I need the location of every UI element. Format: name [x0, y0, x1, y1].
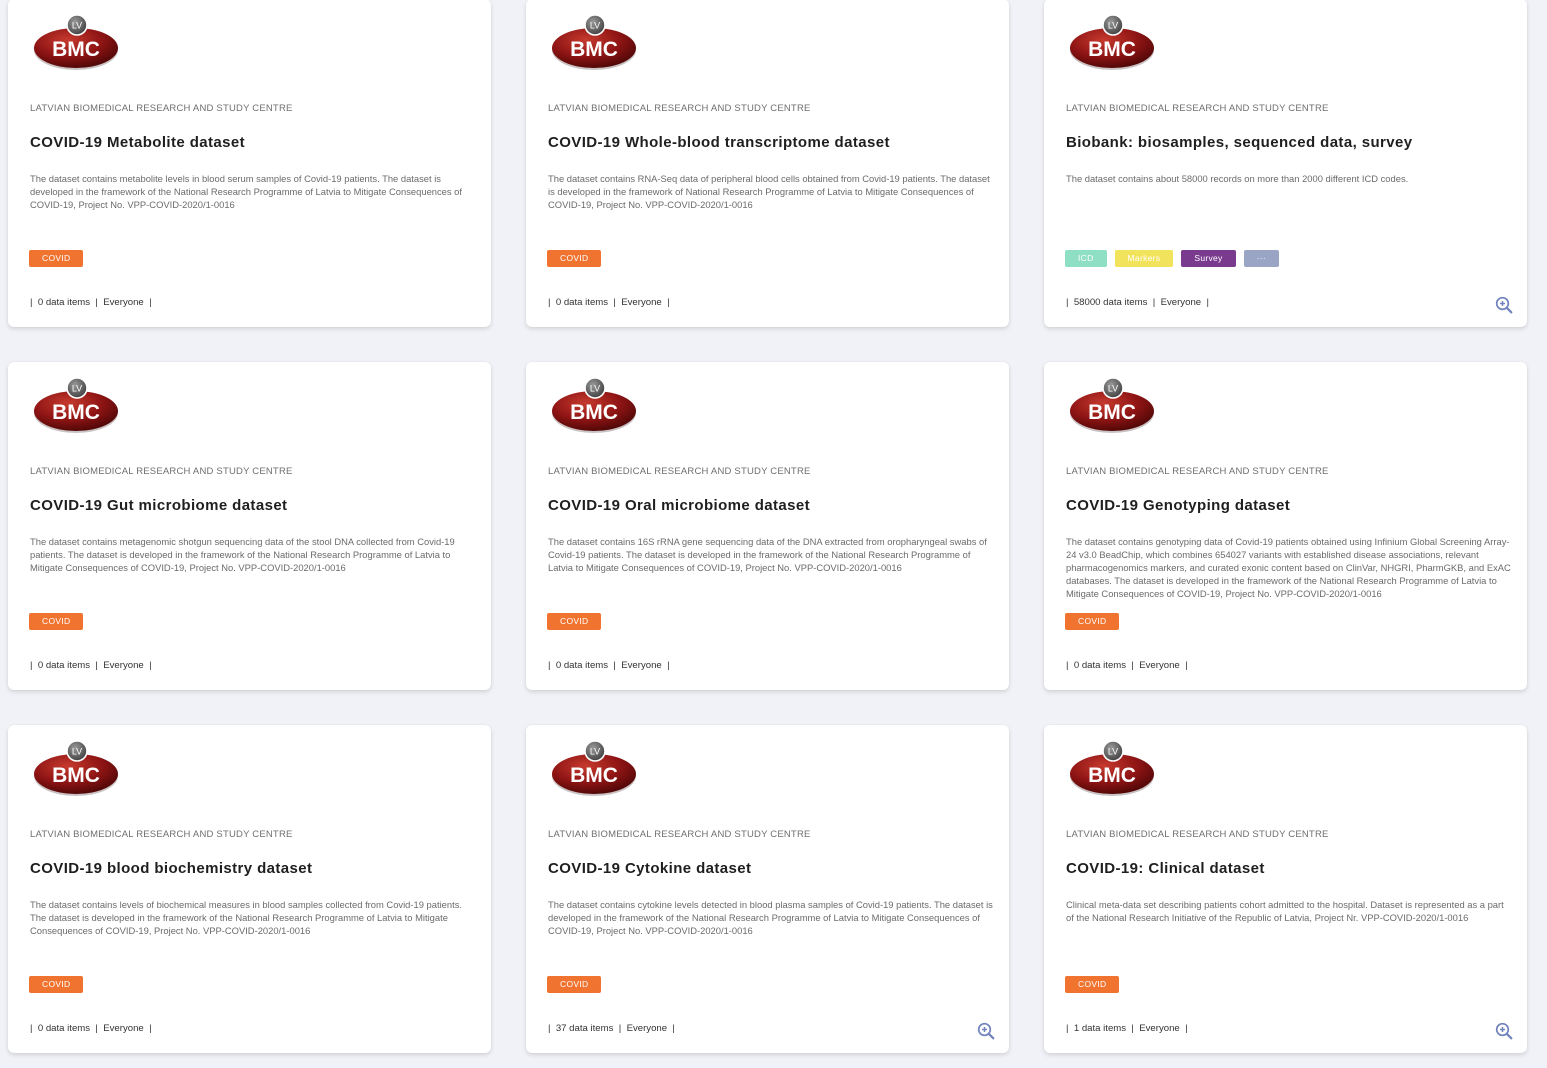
dataset-title[interactable]: COVID-19 Genotyping dataset: [1066, 497, 1509, 514]
dataset-description: The dataset contains 16S rRNA gene seque…: [548, 536, 987, 573]
dataset-meta: | 0 data items | Everyone |: [30, 297, 152, 308]
bmc-logo: LV BMC: [552, 14, 636, 70]
dataset-title[interactable]: COVID-19 Oral microbiome dataset: [548, 497, 991, 514]
tag-list: COVID: [29, 613, 84, 630]
dataset-card[interactable]: LV BMC LATVIAN BIOMEDICAL RESEARCH AND STU…: [526, 0, 1009, 327]
tag-covid[interactable]: COVID: [547, 250, 602, 267]
dataset-card[interactable]: LV BMC LATVIAN BIOMEDICAL RESEARCH AND STU…: [526, 362, 1009, 690]
logo-badge-text: LV: [1108, 21, 1118, 31]
organization-name: LATVIAN BIOMEDICAL RESEARCH AND STUDY CE…: [548, 103, 811, 114]
zoom-in-icon[interactable]: [1495, 296, 1513, 314]
tag-covid[interactable]: COVID: [547, 976, 602, 993]
dataset-description: Clinical meta-data set describing patien…: [1066, 899, 1504, 923]
dataset-meta: | 0 data items | Everyone |: [548, 660, 670, 671]
dataset-meta: | 0 data items | Everyone |: [30, 660, 152, 671]
logo-badge-text: LV: [590, 384, 600, 394]
logo-text: BMC: [570, 401, 618, 424]
logo-text: BMC: [570, 764, 618, 787]
dataset-card[interactable]: LV BMC LATVIAN BIOMEDICAL RESEARCH AND STU…: [1044, 0, 1527, 327]
dataset-card[interactable]: LV BMC LATVIAN BIOMEDICAL RESEARCH AND STU…: [1044, 725, 1527, 1053]
dataset-title[interactable]: COVID-19 Metabolite dataset: [30, 134, 473, 151]
logo-badge-text: LV: [1108, 747, 1118, 757]
dataset-title[interactable]: COVID-19 Cytokine dataset: [548, 860, 991, 877]
dataset-meta: | 58000 data items | Everyone |: [1066, 297, 1209, 308]
dataset-meta: | 0 data items | Everyone |: [1066, 660, 1188, 671]
dataset-description: The dataset contains metagenomic shotgun…: [30, 536, 455, 573]
tag-survey[interactable]: Survey: [1181, 250, 1236, 267]
bmc-logo: LV BMC: [552, 377, 636, 433]
dataset-description: The dataset contains levels of biochemic…: [30, 899, 462, 936]
tag-list: COVID: [547, 613, 602, 630]
dataset-description: The dataset contains about 58000 records…: [1066, 173, 1409, 184]
organization-name: LATVIAN BIOMEDICAL RESEARCH AND STUDY CE…: [30, 103, 293, 114]
tag-list: COVID: [547, 976, 602, 993]
tag-covid[interactable]: COVID: [1065, 976, 1120, 993]
tag-list: COVID: [1065, 976, 1120, 993]
bmc-logo: LV BMC: [34, 377, 118, 433]
dataset-grid: LV BMC LATVIAN BIOMEDICAL RESEARCH AND STU…: [0, 0, 1547, 1068]
tag-markers[interactable]: Markers: [1114, 250, 1174, 267]
tag-covid[interactable]: COVID: [547, 613, 602, 630]
organization-name: LATVIAN BIOMEDICAL RESEARCH AND STUDY CE…: [30, 466, 293, 477]
organization-name: LATVIAN BIOMEDICAL RESEARCH AND STUDY CE…: [1066, 829, 1329, 840]
dataset-card[interactable]: LV BMC LATVIAN BIOMEDICAL RESEARCH AND STU…: [8, 0, 491, 327]
dataset-meta: | 0 data items | Everyone |: [548, 297, 670, 308]
dataset-card[interactable]: LV BMC LATVIAN BIOMEDICAL RESEARCH AND STU…: [1044, 362, 1527, 690]
tag-list: COVID: [29, 976, 84, 993]
tag-covid[interactable]: COVID: [29, 613, 84, 630]
logo-text: BMC: [570, 38, 618, 61]
organization-name: LATVIAN BIOMEDICAL RESEARCH AND STUDY CE…: [1066, 466, 1329, 477]
bmc-logo: LV BMC: [552, 740, 636, 796]
bmc-logo: LV BMC: [1070, 740, 1154, 796]
tag-more[interactable]: ···: [1243, 250, 1280, 267]
tag-covid[interactable]: COVID: [1065, 613, 1120, 630]
logo-badge-text: LV: [1108, 384, 1118, 394]
logo-badge-text: LV: [72, 384, 82, 394]
logo-badge-text: LV: [590, 21, 600, 31]
logo-text: BMC: [52, 764, 100, 787]
dataset-card[interactable]: LV BMC LATVIAN BIOMEDICAL RESEARCH AND STU…: [526, 725, 1009, 1053]
logo-badge-text: LV: [590, 747, 600, 757]
logo-text: BMC: [1088, 401, 1136, 424]
tag-covid[interactable]: COVID: [29, 976, 84, 993]
dataset-description: The dataset contains cytokine levels det…: [548, 899, 993, 936]
bmc-logo: LV BMC: [34, 740, 118, 796]
tag-list: COVID: [29, 250, 84, 267]
organization-name: LATVIAN BIOMEDICAL RESEARCH AND STUDY CE…: [548, 466, 811, 477]
dataset-title[interactable]: COVID-19 Whole-blood transcriptome datas…: [548, 134, 991, 151]
organization-name: LATVIAN BIOMEDICAL RESEARCH AND STUDY CE…: [1066, 103, 1329, 114]
logo-badge-text: LV: [72, 21, 82, 31]
bmc-logo: LV BMC: [34, 14, 118, 70]
logo-text: BMC: [52, 38, 100, 61]
dataset-title[interactable]: COVID-19: Clinical dataset: [1066, 860, 1509, 877]
bmc-logo: LV BMC: [1070, 14, 1154, 70]
tag-list: ICD Markers Survey ···: [1065, 250, 1280, 267]
tag-covid[interactable]: COVID: [29, 250, 84, 267]
dataset-description: The dataset contains RNA-Seq data of per…: [548, 173, 990, 210]
dataset-meta: | 37 data items | Everyone |: [548, 1023, 675, 1034]
logo-badge-text: LV: [72, 747, 82, 757]
tag-list: COVID: [547, 250, 602, 267]
logo-text: BMC: [1088, 38, 1136, 61]
bmc-logo: LV BMC: [1070, 377, 1154, 433]
tag-icd[interactable]: ICD: [1065, 250, 1107, 267]
dataset-title[interactable]: Biobank: biosamples, sequenced data, sur…: [1066, 134, 1509, 151]
logo-text: BMC: [52, 401, 100, 424]
dataset-description: The dataset contains metabolite levels i…: [30, 173, 463, 210]
zoom-in-icon[interactable]: [977, 1022, 995, 1040]
dataset-card[interactable]: LV BMC LATVIAN BIOMEDICAL RESEARCH AND STU…: [8, 362, 491, 690]
organization-name: LATVIAN BIOMEDICAL RESEARCH AND STUDY CE…: [548, 829, 811, 840]
dataset-title[interactable]: COVID-19 blood biochemistry dataset: [30, 860, 473, 877]
dataset-title[interactable]: COVID-19 Gut microbiome dataset: [30, 497, 473, 514]
organization-name: LATVIAN BIOMEDICAL RESEARCH AND STUDY CE…: [30, 829, 293, 840]
logo-text: BMC: [1088, 764, 1136, 787]
tag-list: COVID: [1065, 613, 1120, 630]
dataset-card[interactable]: LV BMC LATVIAN BIOMEDICAL RESEARCH AND STU…: [8, 725, 491, 1053]
dataset-meta: | 1 data items | Everyone |: [1066, 1023, 1188, 1034]
dataset-description: The dataset contains genotyping data of …: [1066, 536, 1511, 599]
zoom-in-icon[interactable]: [1495, 1022, 1513, 1040]
dataset-meta: | 0 data items | Everyone |: [30, 1023, 152, 1034]
